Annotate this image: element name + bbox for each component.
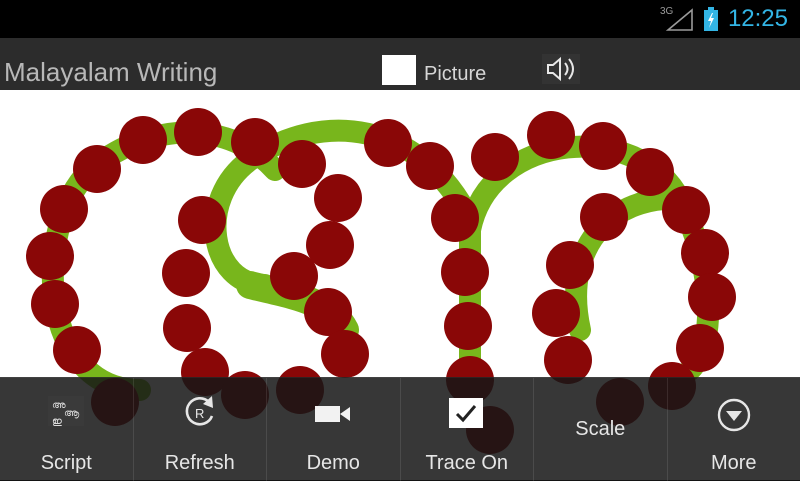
- scale-label: Scale: [534, 418, 667, 441]
- trace-dot[interactable]: [444, 302, 492, 350]
- refresh-button[interactable]: R Refresh: [134, 378, 268, 481]
- trace-dot[interactable]: [31, 280, 79, 328]
- refresh-icon: R: [179, 394, 221, 432]
- trace-dot[interactable]: [304, 288, 352, 336]
- trace-dot[interactable]: [406, 142, 454, 190]
- checkbox-icon: [447, 394, 487, 432]
- trace-dot[interactable]: [73, 145, 121, 193]
- demo-label: Demo: [267, 452, 400, 475]
- trace-dot[interactable]: [163, 304, 211, 352]
- trace-dot[interactable]: [580, 193, 628, 241]
- trace-dot[interactable]: [546, 241, 594, 289]
- trace-dot[interactable]: [321, 330, 369, 378]
- speaker-icon[interactable]: [542, 54, 580, 84]
- video-camera-icon: [312, 394, 354, 432]
- trace-dot[interactable]: [431, 194, 479, 242]
- trace-dot[interactable]: [178, 196, 226, 244]
- script-label: Script: [0, 452, 133, 475]
- trace-on-label: Trace On: [401, 452, 534, 475]
- more-button[interactable]: More: [668, 378, 800, 481]
- svg-text:R: R: [195, 406, 204, 421]
- trace-dot[interactable]: [270, 252, 318, 300]
- trace-dot[interactable]: [40, 185, 88, 233]
- picture-label[interactable]: Picture: [424, 63, 486, 86]
- trace-dot[interactable]: [626, 148, 674, 196]
- chevron-down-circle-icon: [714, 394, 754, 434]
- svg-text:ഇ: ഇ: [52, 416, 62, 427]
- demo-button[interactable]: Demo: [267, 378, 401, 481]
- trace-dot[interactable]: [364, 119, 412, 167]
- script-button[interactable]: അ ആ ഇ Script: [0, 378, 134, 481]
- trace-dot[interactable]: [119, 116, 167, 164]
- trace-dot[interactable]: [174, 108, 222, 156]
- scale-button[interactable]: Scale: [534, 378, 668, 481]
- trace-dot[interactable]: [579, 122, 627, 170]
- trace-dot[interactable]: [681, 229, 729, 277]
- signal-icon: 3G: [660, 6, 696, 32]
- trace-dot[interactable]: [527, 111, 575, 159]
- trace-dot[interactable]: [278, 140, 326, 188]
- network-type: 3G: [660, 6, 673, 17]
- trace-on-button[interactable]: Trace On: [401, 378, 535, 481]
- trace-dot[interactable]: [662, 186, 710, 234]
- svg-text:ആ: ആ: [64, 408, 80, 419]
- action-bar: Malayalam Writing Picture: [0, 38, 800, 90]
- refresh-label: Refresh: [134, 452, 267, 475]
- bottom-toolbar: അ ആ ഇ Script R Refresh Demo Trace On Sca…: [0, 377, 800, 481]
- clock: 12:25: [728, 5, 788, 33]
- app-title: Malayalam Writing: [4, 57, 217, 88]
- status-icons: 3G 12:25: [660, 4, 788, 34]
- battery-icon: [704, 7, 718, 31]
- trace-dot[interactable]: [162, 249, 210, 297]
- more-label: More: [668, 452, 800, 475]
- trace-dot[interactable]: [441, 248, 489, 296]
- script-icon: അ ആ ഇ: [46, 394, 86, 428]
- trace-dot[interactable]: [471, 133, 519, 181]
- trace-dot[interactable]: [231, 118, 279, 166]
- trace-dot[interactable]: [532, 289, 580, 337]
- status-bar: 3G 12:25: [0, 0, 800, 38]
- trace-dot[interactable]: [26, 232, 74, 280]
- trace-dot[interactable]: [314, 174, 362, 222]
- picture-checkbox[interactable]: [382, 55, 416, 85]
- trace-dot[interactable]: [688, 273, 736, 321]
- trace-dot[interactable]: [53, 326, 101, 374]
